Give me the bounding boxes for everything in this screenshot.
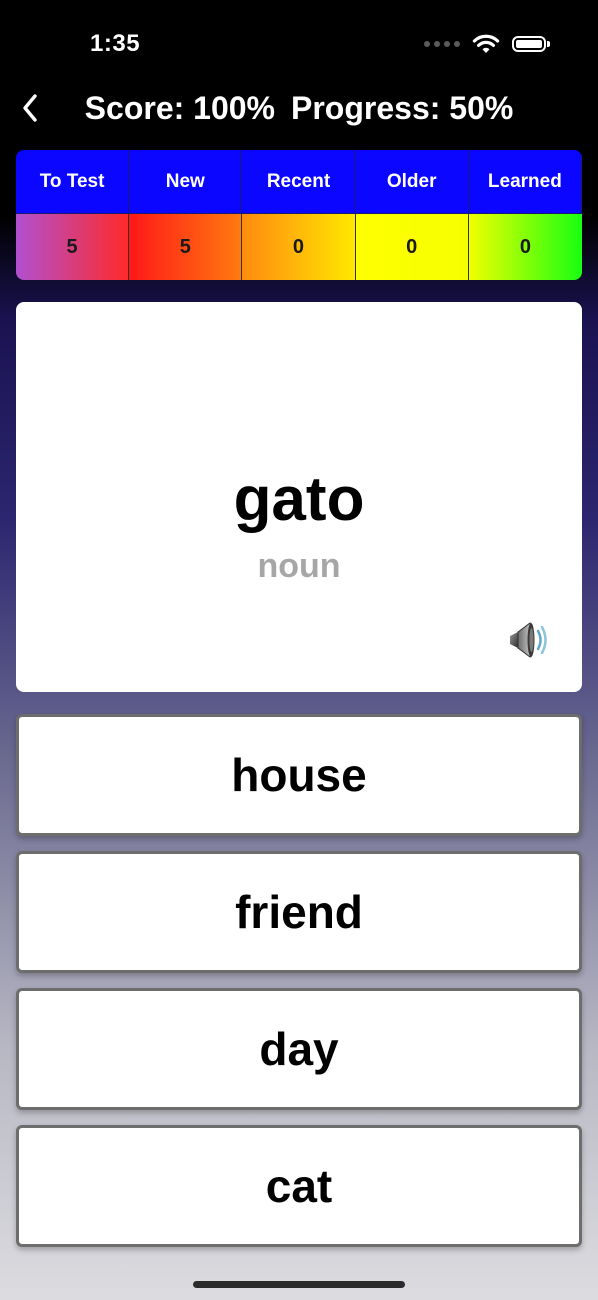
home-indicator: [193, 1281, 405, 1288]
stat-header-older: Older: [355, 150, 469, 214]
nav-title: Score: 100% Progress: 50%: [0, 86, 598, 130]
flashcard-word: gato: [233, 465, 365, 534]
stat-value-learned: 0: [468, 214, 582, 280]
status-indicators: [424, 30, 550, 58]
progress-label: Progress: 50%: [291, 90, 514, 126]
signal-dots-icon: [424, 41, 460, 47]
stat-header-to-test: To Test: [16, 150, 130, 214]
answer-option-4[interactable]: cat: [16, 1125, 582, 1247]
wifi-icon: [472, 34, 500, 53]
speaker-icon[interactable]: [504, 614, 552, 662]
stat-header-recent: Recent: [242, 150, 356, 214]
nav-bar: Score: 100% Progress: 50%: [0, 80, 598, 136]
flashcard: gato noun: [16, 302, 582, 692]
stats-table: To Test New Recent Older Learned 5 5 0 0…: [16, 150, 582, 280]
battery-icon: [512, 36, 550, 52]
stat-value-new: 5: [129, 214, 243, 280]
answer-option-2[interactable]: friend: [16, 851, 582, 973]
answer-option-3[interactable]: day: [16, 988, 582, 1110]
stat-value-recent: 0: [242, 214, 356, 280]
answer-option-1[interactable]: house: [16, 714, 582, 836]
status-time: 1:35: [90, 30, 141, 57]
status-bar: 1:35: [0, 0, 598, 90]
score-label: Score: 100%: [84, 90, 275, 126]
stat-header-learned: Learned: [468, 150, 582, 214]
stat-value-to-test: 5: [16, 214, 130, 280]
flashcard-part-of-speech: noun: [257, 547, 341, 585]
stat-header-new: New: [129, 150, 243, 214]
stat-value-older: 0: [355, 214, 469, 280]
